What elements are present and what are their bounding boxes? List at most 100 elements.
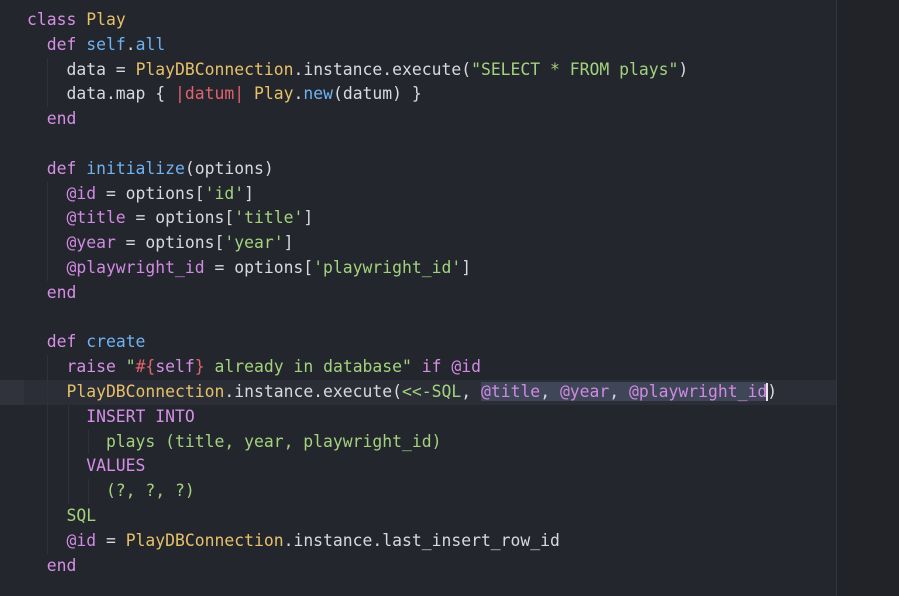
- code-token: Play: [86, 10, 126, 29]
- code-line[interactable]: @year = options['year']: [0, 231, 836, 256]
- code-line[interactable]: INSERT INTO: [0, 404, 836, 430]
- code-line[interactable]: end: [0, 281, 836, 306]
- code-token: def: [27, 34, 87, 54]
- code-token: .instance.last_insert_row_id: [283, 530, 560, 550]
- code-token: 'id': [204, 183, 245, 203]
- code-token: end: [27, 282, 77, 302]
- code-token: .instance.execute(: [293, 59, 472, 79]
- code-token: ]: [461, 257, 472, 277]
- code-line[interactable]: data.map { |datum| Play.new(datum) }: [0, 82, 836, 108]
- code-token: def: [27, 158, 87, 178]
- code-token: plays (title, year, playwright_id): [27, 431, 442, 451]
- code-line[interactable]: @title = options['title']: [0, 206, 836, 232]
- code-line[interactable]: @id = PlayDBConnection.instance.last_ins…: [0, 528, 836, 554]
- code-token: ): [678, 59, 689, 79]
- code-line[interactable]: def initialize(options): [0, 157, 836, 182]
- code-token: #{: [135, 357, 156, 377]
- code-token: ]: [303, 208, 314, 228]
- code-line-text: @playwright_id = options['playwright_id'…: [27, 256, 471, 281]
- code-line-text: @title = options['title']: [27, 206, 313, 231]
- code-line[interactable]: plays (title, year, playwright_id): [0, 429, 836, 455]
- code-token: ": [125, 357, 136, 377]
- code-token: new: [303, 84, 333, 104]
- code-token: = options[: [115, 233, 225, 253]
- code-line[interactable]: end: [0, 554, 836, 579]
- code-line-text: def initialize(options): [27, 157, 274, 182]
- code-token: @playwright_id: [629, 381, 768, 401]
- code-area[interactable]: class Play def self.all data = PlayDBCon…: [0, 8, 836, 578]
- code-token: INSERT INTO: [27, 406, 195, 426]
- code-line-text: end: [27, 281, 77, 306]
- code-token: class: [27, 10, 87, 29]
- code-token: PlayDBConnection: [125, 530, 284, 550]
- code-line[interactable]: def create: [0, 330, 836, 355]
- code-line[interactable]: (?, ?, ?): [0, 479, 836, 504]
- minimap-area: [837, 0, 899, 596]
- code-line[interactable]: PlayDBConnection.instance.execute(<<-SQL…: [0, 379, 836, 405]
- code-editor[interactable]: class Play def self.all data = PlayDBCon…: [0, 0, 899, 596]
- code-token: .instance.execute(: [224, 381, 402, 401]
- code-token: data =: [27, 59, 136, 79]
- code-token: 'year': [224, 233, 284, 253]
- code-line-text: @year = options['year']: [27, 231, 293, 256]
- code-token: .: [125, 34, 136, 54]
- code-token: data.map {: [27, 84, 176, 104]
- code-token: initialize: [86, 158, 185, 178]
- code-token: @title: [27, 208, 126, 228]
- code-token: PlayDBConnection: [27, 381, 225, 401]
- code-line[interactable]: [0, 306, 836, 331]
- code-line-text: PlayDBConnection.instance.execute(<<-SQL…: [27, 380, 777, 405]
- code-line-text: @id = options['id']: [27, 182, 254, 207]
- code-token: already in database": [204, 357, 412, 377]
- code-line-text: def self.all: [27, 33, 165, 58]
- code-token: @id: [451, 357, 481, 377]
- code-token: (datum) }: [332, 84, 422, 104]
- code-token: }: [194, 357, 205, 377]
- code-line[interactable]: class Play: [0, 8, 836, 33]
- code-token: ,: [461, 381, 481, 401]
- code-token: 'playwright_id': [313, 257, 462, 277]
- code-token: = options[: [204, 257, 314, 277]
- code-token: create: [86, 332, 146, 352]
- code-token: end: [27, 555, 77, 575]
- code-line[interactable]: @playwright_id = options['playwright_id'…: [0, 255, 836, 281]
- code-token: ]: [283, 233, 294, 253]
- code-line[interactable]: [0, 132, 836, 157]
- code-token: @title: [480, 381, 541, 401]
- code-line[interactable]: raise "#{self} already in database" if @…: [0, 355, 836, 380]
- code-line-text: INSERT INTO: [27, 405, 195, 430]
- code-line-text: SQL: [27, 504, 96, 529]
- code-line[interactable]: VALUES: [0, 454, 836, 480]
- code-line-text: (?, ?, ?): [27, 479, 195, 504]
- code-token: (options): [184, 158, 274, 178]
- code-line-text: data.map { |datum| Play.new(datum) }: [27, 82, 422, 107]
- code-token: ,: [609, 381, 630, 401]
- code-token: =: [96, 530, 126, 550]
- code-line[interactable]: end: [0, 107, 836, 132]
- code-line[interactable]: data = PlayDBConnection.instance.execute…: [0, 57, 836, 83]
- code-line[interactable]: @id = options['id']: [0, 181, 836, 207]
- code-token: PlayDBConnection: [135, 59, 294, 79]
- code-token: raise: [27, 357, 126, 377]
- code-token: ): [767, 381, 778, 401]
- code-line[interactable]: def self.all: [0, 33, 836, 58]
- code-token: (?, ?, ?): [27, 481, 195, 501]
- code-token: ,: [540, 381, 560, 401]
- code-token: "SELECT * FROM plays": [471, 59, 679, 79]
- code-line-text: raise "#{self} already in database" if @…: [27, 355, 481, 380]
- code-token: @id: [27, 183, 97, 203]
- code-line-text: @id = PlayDBConnection.instance.last_ins…: [27, 529, 560, 554]
- code-token: = options[: [96, 183, 205, 203]
- code-token: @id: [27, 530, 97, 550]
- code-line-text: end: [27, 107, 77, 132]
- code-token: if: [411, 357, 452, 377]
- code-token: SQL: [27, 505, 97, 525]
- code-token: 'title': [234, 208, 304, 228]
- code-token: def: [27, 332, 87, 352]
- code-line[interactable]: SQL: [0, 503, 836, 529]
- code-token: |datum|: [175, 84, 245, 104]
- code-line-text: plays (title, year, playwright_id): [27, 430, 442, 455]
- code-token: .: [293, 84, 304, 104]
- code-token: end: [27, 109, 77, 129]
